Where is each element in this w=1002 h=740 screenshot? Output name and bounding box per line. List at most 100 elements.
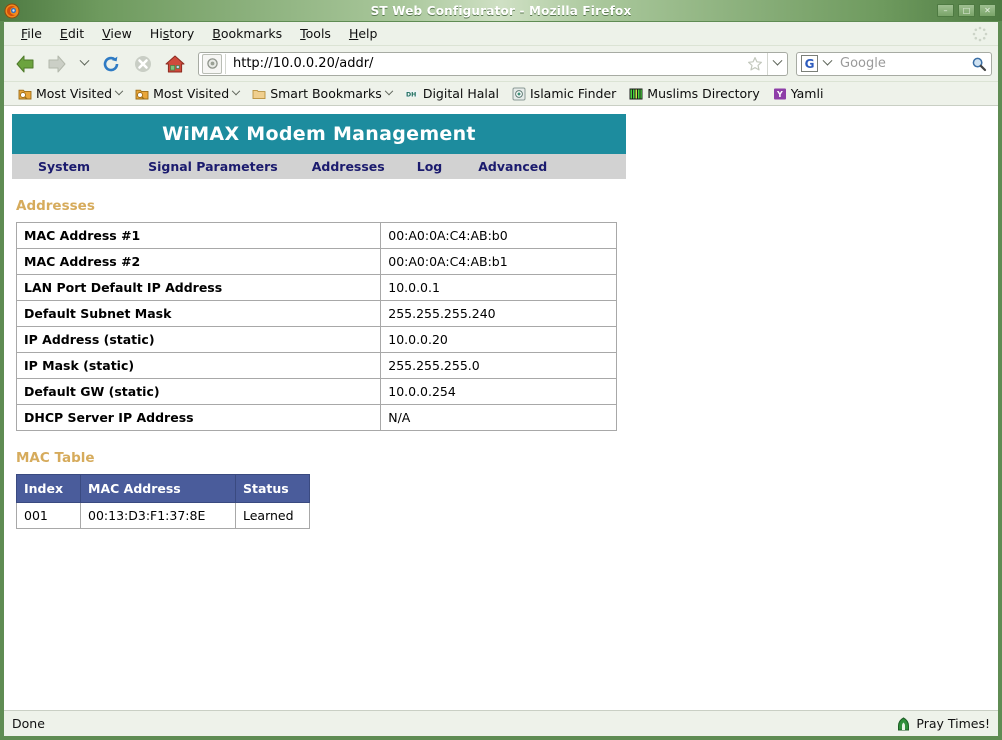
- nav-link-addresses[interactable]: Addresses: [312, 159, 385, 174]
- browser-window: ST Web Configurator - Mozilla Firefox – …: [0, 0, 1002, 740]
- window-title: ST Web Configurator - Mozilla Firefox: [370, 3, 632, 18]
- bookmark-label: Smart Bookmarks: [270, 86, 382, 101]
- close-button[interactable]: ✕: [979, 4, 996, 17]
- stop-icon: [135, 55, 151, 72]
- row-key: IP Address (static): [15, 326, 382, 353]
- menu-item-file[interactable]: File: [12, 24, 51, 43]
- back-arrow-icon: [16, 55, 34, 72]
- bookmark-most-visited-1[interactable]: Most Visited: [12, 84, 128, 103]
- menu-help-rest: elp: [358, 26, 378, 41]
- menu-item-bookmarks[interactable]: Bookmarks: [203, 24, 291, 43]
- row-value: N/A: [380, 404, 617, 431]
- nav-link-log[interactable]: Log: [417, 159, 443, 174]
- chevron-down-icon: [384, 86, 394, 95]
- row-value: 00:A0:0A:C4:AB:b1: [380, 248, 617, 275]
- reload-button[interactable]: [96, 50, 126, 78]
- table-row: DHCP Server IP Address N/A: [15, 404, 617, 431]
- table-row: MAC Address #1 00:A0:0A:C4:AB:b0: [15, 222, 617, 249]
- bookmark-label: Islamic Finder: [530, 86, 617, 101]
- page-icon: [202, 53, 222, 74]
- search-engine-dropdown-button[interactable]: [820, 55, 834, 67]
- table-row: Default GW (static) 10.0.0.254: [15, 378, 617, 405]
- menu-edit-rest: dit: [67, 26, 85, 41]
- pray-times-label[interactable]: Pray Times!: [916, 716, 990, 731]
- mac-table: Index MAC Address Status 001 00:13:D3:F1…: [16, 474, 310, 529]
- table-header-row: Index MAC Address Status: [16, 474, 310, 503]
- search-input[interactable]: Google: [834, 56, 967, 71]
- status-bar: Done Pray Times!: [4, 710, 998, 736]
- chevron-down-icon: [231, 86, 241, 95]
- column-header-status: Status: [235, 474, 310, 503]
- column-header-mac-address: MAC Address: [80, 474, 236, 503]
- statusbar-addons: Pray Times!: [896, 716, 990, 731]
- menu-item-view[interactable]: View: [93, 24, 141, 43]
- bookmark-islamic-finder[interactable]: Islamic Finder: [506, 84, 622, 103]
- folder-star-icon: [18, 87, 32, 101]
- cell-mac-address: 00:13:D3:F1:37:8E: [80, 502, 236, 529]
- menu-bookmarks-rest: ookmarks: [220, 26, 283, 41]
- mac-table-heading: MAC Table: [16, 450, 95, 466]
- menu-item-edit[interactable]: Edit: [51, 24, 93, 43]
- window-controls: – □ ✕: [937, 4, 996, 17]
- home-icon: [165, 55, 185, 72]
- star-icon: [748, 56, 762, 70]
- yamli-favicon: Y: [773, 87, 787, 101]
- maximize-button[interactable]: □: [958, 4, 975, 17]
- table-row: 001 00:13:D3:F1:37:8E Learned: [16, 502, 310, 529]
- row-value: 00:A0:0A:C4:AB:b0: [380, 222, 617, 249]
- dh-favicon: DH: [405, 87, 419, 101]
- back-button[interactable]: [10, 50, 40, 78]
- search-bar[interactable]: G Google: [796, 51, 992, 76]
- reload-icon: [103, 56, 119, 71]
- menu-item-tools[interactable]: Tools: [291, 24, 340, 43]
- folder-star-icon: [135, 87, 149, 101]
- search-submit-button[interactable]: [967, 56, 991, 72]
- row-key: MAC Address #2: [15, 248, 382, 275]
- menu-item-history[interactable]: History: [141, 24, 203, 43]
- google-logo-icon: G: [801, 55, 818, 72]
- row-value: 255.255.255.240: [380, 300, 617, 327]
- row-value: 10.0.0.254: [380, 378, 617, 405]
- throbber-icon: [972, 26, 988, 42]
- menu-file-rest: ile: [27, 26, 42, 41]
- table-row: MAC Address #2 00:A0:0A:C4:AB:b1: [15, 248, 617, 275]
- stop-button: [128, 50, 158, 78]
- bookmark-smart-bookmarks[interactable]: Smart Bookmarks: [246, 84, 398, 103]
- row-value: 10.0.0.20: [380, 326, 617, 353]
- bookmark-most-visited-2[interactable]: Most Visited: [129, 84, 245, 103]
- nav-link-advanced[interactable]: Advanced: [478, 159, 547, 174]
- row-key: LAN Port Default IP Address: [15, 274, 382, 301]
- minimize-button[interactable]: –: [937, 4, 954, 17]
- url-input[interactable]: http://10.0.0.20/addr/: [226, 56, 743, 71]
- page-viewport: WiMAX Modem Management System Signal Par…: [4, 106, 998, 710]
- nav-link-signal-parameters[interactable]: Signal Parameters: [148, 159, 278, 174]
- title-bar: ST Web Configurator - Mozilla Firefox – …: [0, 0, 1002, 22]
- cell-status: Learned: [235, 502, 310, 529]
- forward-button: [42, 50, 72, 78]
- mosque-icon: [896, 716, 911, 731]
- status-text: Done: [12, 716, 45, 731]
- page-banner: WiMAX Modem Management: [12, 114, 626, 154]
- row-value: 10.0.0.1: [380, 274, 617, 301]
- page-title: WiMAX Modem Management: [162, 123, 476, 145]
- menu-view-rest: iew: [110, 26, 132, 41]
- url-bar[interactable]: http://10.0.0.20/addr/: [198, 51, 788, 76]
- bookmark-yamli[interactable]: Y Yamli: [767, 84, 830, 103]
- nav-link-system[interactable]: System: [38, 159, 90, 174]
- firefox-icon: [4, 3, 20, 19]
- striped-favicon: [629, 87, 643, 101]
- table-row: IP Address (static) 10.0.0.20: [15, 326, 617, 353]
- addresses-heading: Addresses: [16, 198, 95, 214]
- compass-favicon: [512, 87, 526, 101]
- home-button[interactable]: [160, 50, 190, 78]
- row-key: DHCP Server IP Address: [15, 404, 382, 431]
- bookmark-digital-halal[interactable]: DH Digital Halal: [399, 84, 505, 103]
- bookmark-star-button[interactable]: [743, 56, 767, 72]
- chevron-down-icon: [79, 55, 89, 66]
- history-dropdown-button[interactable]: [74, 50, 94, 78]
- column-header-index: Index: [16, 474, 81, 503]
- url-dropdown-button[interactable]: [767, 52, 787, 75]
- svg-text:Y: Y: [776, 90, 783, 99]
- menu-item-help[interactable]: Help: [340, 24, 387, 43]
- bookmark-muslims-directory[interactable]: Muslims Directory: [623, 84, 765, 103]
